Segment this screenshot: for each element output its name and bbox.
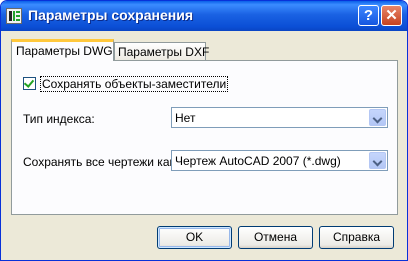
title-bar[interactable]: Параметры сохранения ? ✕	[1, 1, 407, 31]
index-type-value: Нет	[175, 111, 196, 125]
index-type-select[interactable]: Нет	[171, 107, 388, 128]
tab-dwg-options[interactable]: Параметры DWG	[11, 39, 114, 61]
cancel-button[interactable]: Отмена	[238, 226, 313, 249]
save-as-label: Сохранять все чертежи как:	[23, 155, 179, 169]
proxy-objects-checkbox[interactable]	[23, 77, 36, 90]
dropdown-arrow-icon[interactable]	[369, 109, 386, 126]
save-as-format-value: Чертеж AutoCAD 2007 (*.dwg)	[175, 154, 341, 168]
save-as-format-select[interactable]: Чертеж AutoCAD 2007 (*.dwg)	[171, 150, 388, 171]
proxy-objects-label[interactable]: Сохранять объекты-заместители	[40, 76, 229, 92]
save-options-dialog: Параметры сохранения ? ✕ Параметры DXF П…	[0, 0, 408, 261]
dropdown-arrow-icon[interactable]	[369, 152, 386, 169]
autocad-app-icon	[6, 8, 22, 24]
ok-button[interactable]: OK	[157, 226, 232, 249]
tab-dxf-options[interactable]: Параметры DXF	[114, 42, 209, 61]
help-button[interactable]: Справка	[319, 226, 394, 249]
index-type-label: Тип индекса:	[23, 112, 95, 126]
close-icon[interactable]: ✕	[381, 5, 402, 26]
help-icon[interactable]: ?	[358, 5, 379, 26]
window-title: Параметры сохранения	[28, 7, 193, 23]
checkmark-icon	[23, 77, 35, 88]
proxy-objects-label-text: Сохранять объекты-заместители	[40, 76, 229, 92]
